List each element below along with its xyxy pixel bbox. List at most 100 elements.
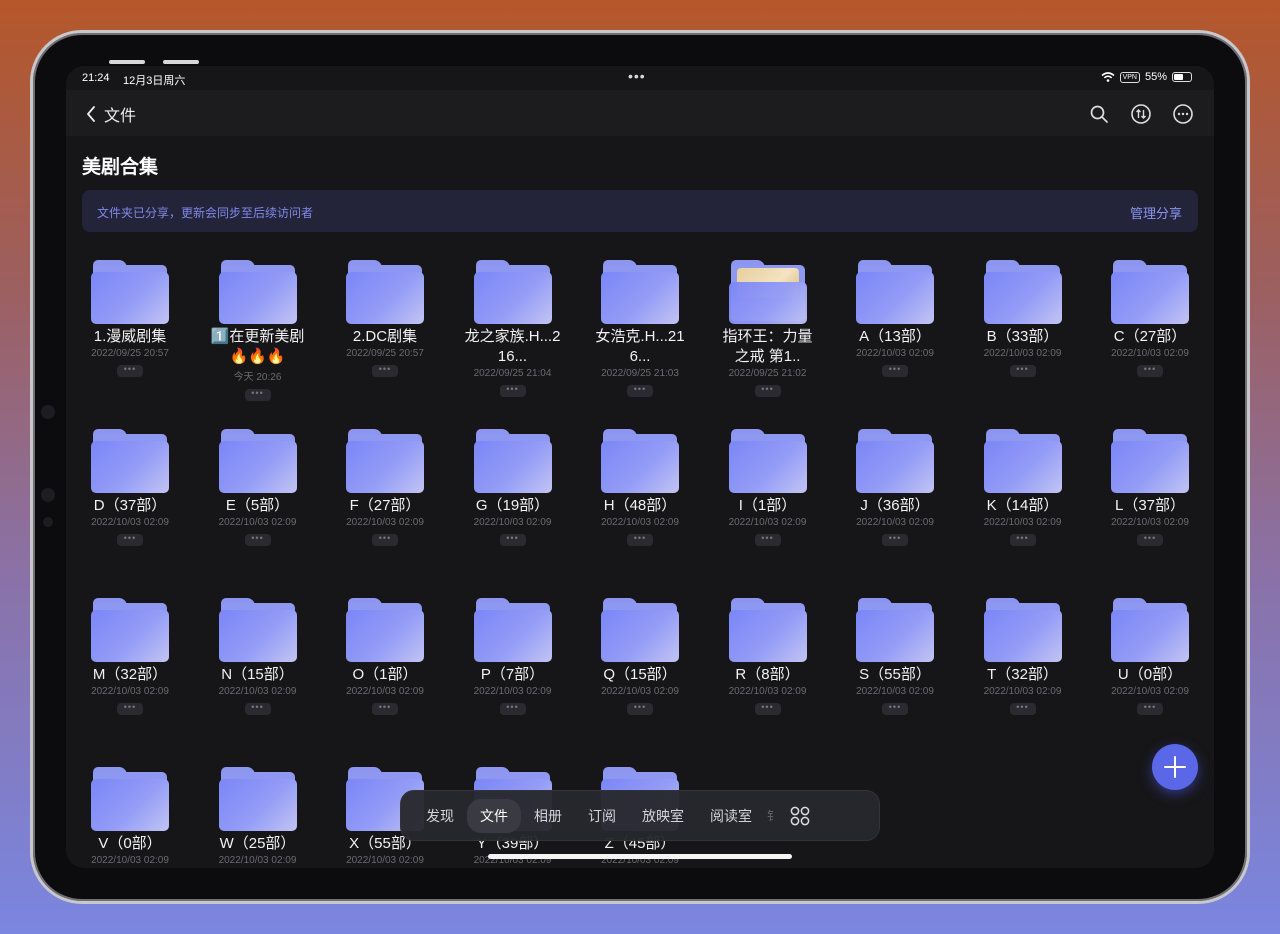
folder-more-button[interactable]: •••: [1009, 365, 1036, 377]
folder-name: W（25部）: [219, 835, 296, 852]
folder-date: 2022/10/03 02:09: [1111, 517, 1189, 528]
folder-item[interactable]: E（5部） 2022/10/03 02:09 •••: [200, 429, 316, 546]
folder-item[interactable]: N（15部） 2022/10/03 02:09 •••: [200, 598, 316, 715]
folder-date: 2022/10/03 02:09: [218, 686, 297, 697]
folder-date: 2022/10/03 02:09: [473, 686, 552, 697]
folder-item[interactable]: 2.DC剧集 2022/09/25 20:57 •••: [327, 260, 443, 377]
folder-item[interactable]: 1.漫威剧集 2022/09/25 20:57 •••: [72, 260, 188, 377]
folder-name: 龙之家族.H...216...: [464, 328, 561, 365]
folder-name: T（32部）: [987, 666, 1058, 683]
folder-name: 1.漫威剧集: [93, 328, 167, 345]
folder-item[interactable]: B（33部） 2022/10/03 02:09 •••: [965, 260, 1081, 377]
folder-name: G（19部）: [475, 497, 550, 514]
folder-more-button[interactable]: •••: [117, 365, 143, 377]
sensor-icon: [43, 517, 53, 527]
folder-item[interactable]: L（37部） 2022/10/03 02:09 •••: [1092, 429, 1208, 546]
folder-date: 2022/10/03 02:09: [473, 517, 552, 528]
folder-more-button[interactable]: •••: [117, 703, 143, 715]
folder-more-button[interactable]: •••: [1009, 703, 1036, 715]
folder-more-button[interactable]: •••: [754, 385, 781, 397]
folder-item[interactable]: 女浩克.H...216... 2022/09/25 21:03 •••: [582, 260, 698, 397]
tab-1[interactable]: 文件: [467, 798, 521, 833]
folder-more-button[interactable]: •••: [499, 385, 526, 397]
folder-icon: [601, 429, 679, 493]
camera-icon: [41, 488, 55, 502]
apps-grid-icon[interactable]: [789, 805, 811, 827]
folder-icon: [601, 598, 679, 662]
add-button[interactable]: [1152, 744, 1198, 790]
folder-item[interactable]: J（36部） 2022/10/03 02:09 •••: [837, 429, 953, 546]
folder-item[interactable]: F（27部） 2022/10/03 02:09 •••: [327, 429, 443, 546]
folder-date: 2022/09/25 21:04: [473, 368, 552, 379]
folder-date: 2022/09/25 20:57: [91, 348, 169, 359]
folder-item[interactable]: Q（15部） 2022/10/03 02:09 •••: [582, 598, 698, 715]
folder-icon: [91, 429, 169, 493]
folder-more-button[interactable]: •••: [627, 385, 653, 397]
folder-item[interactable]: H（48部） 2022/10/03 02:09 •••: [582, 429, 698, 546]
tab-2[interactable]: 相册: [521, 799, 575, 833]
folder-more-button[interactable]: •••: [882, 703, 908, 715]
folder-item[interactable]: C（27部） 2022/10/03 02:09 •••: [1092, 260, 1208, 377]
folder-item[interactable]: U（0部） 2022/10/03 02:09 •••: [1092, 598, 1208, 715]
folder-icon: [728, 260, 807, 324]
folder-item[interactable]: K（14部） 2022/10/03 02:09 •••: [965, 429, 1081, 546]
folder-icon: [856, 260, 934, 324]
folder-more-button[interactable]: •••: [372, 534, 398, 546]
folder-more-button[interactable]: •••: [754, 703, 781, 715]
folder-more-button[interactable]: •••: [1137, 534, 1163, 546]
folder-name: L（37部）: [1114, 497, 1186, 514]
tab-3[interactable]: 订阅: [575, 799, 629, 833]
folder-more-button[interactable]: •••: [244, 703, 271, 715]
folder-item[interactable]: T（32部） 2022/10/03 02:09 •••: [965, 598, 1081, 715]
folder-item[interactable]: G（19部） 2022/10/03 02:09 •••: [455, 429, 571, 546]
folder-name: O（1部）: [352, 666, 418, 683]
app-screen: 21:24 12月3日周六 ••• VPN 55% 文件 美剧合集 文件夹已分享…: [66, 66, 1214, 868]
folder-more-button[interactable]: •••: [244, 534, 271, 546]
folder-icon: [728, 598, 807, 662]
folder-more-button[interactable]: •••: [1137, 365, 1163, 377]
tab-0[interactable]: 发现: [413, 799, 467, 833]
folder-item[interactable]: I（1部） 2022/10/03 02:09 •••: [710, 429, 826, 546]
folder-more-button[interactable]: •••: [627, 703, 653, 715]
folder-date: 2022/10/03 02:09: [346, 686, 424, 697]
folder-date: 2022/10/03 02:09: [856, 348, 934, 359]
folder-more-button[interactable]: •••: [117, 534, 143, 546]
tab-5[interactable]: 阅读室: [697, 799, 765, 833]
tab-overflow[interactable]: 钅: [767, 807, 781, 824]
folder-more-button[interactable]: •••: [754, 534, 781, 546]
folder-item[interactable]: 指环王：力量之戒 第1.. 2022/09/25 21:02 •••: [710, 260, 826, 397]
home-indicator[interactable]: [488, 854, 792, 859]
folder-item[interactable]: V（0部）2022/10/03 02:09•••: [72, 767, 188, 868]
folder-item[interactable]: D（37部） 2022/10/03 02:09 •••: [72, 429, 188, 546]
folder-item[interactable]: 龙之家族.H...216... 2022/09/25 21:04 •••: [455, 260, 571, 397]
folder-more-button[interactable]: •••: [372, 365, 398, 377]
folder-item[interactable]: M（32部） 2022/10/03 02:09 •••: [72, 598, 188, 715]
volume-button: [163, 60, 199, 64]
folder-item[interactable]: A（13部） 2022/10/03 02:09 •••: [837, 260, 953, 377]
folder-more-button[interactable]: •••: [882, 365, 908, 377]
folder-item[interactable]: W（25部）2022/10/03 02:09•••: [200, 767, 316, 868]
folder-more-button[interactable]: •••: [627, 534, 653, 546]
folder-item[interactable]: R（8部） 2022/10/03 02:09 •••: [710, 598, 826, 715]
folder-more-button[interactable]: •••: [499, 703, 526, 715]
folder-more-button[interactable]: •••: [882, 534, 908, 546]
folder-icon: [983, 598, 1062, 662]
folder-name: D（37部）: [93, 497, 167, 514]
folder-date: 2022/10/03 02:09: [218, 855, 297, 866]
folder-date: 2022/10/03 02:09: [601, 686, 679, 697]
folder-more-button[interactable]: •••: [499, 534, 526, 546]
folder-more-button[interactable]: •••: [244, 389, 271, 401]
folder-icon: [91, 260, 169, 324]
folder-name: C（27部）: [1113, 328, 1187, 345]
folder-item[interactable]: P（7部） 2022/10/03 02:09 •••: [455, 598, 571, 715]
folder-more-button[interactable]: •••: [1009, 534, 1036, 546]
tab-4[interactable]: 放映室: [629, 799, 697, 833]
folder-more-button[interactable]: •••: [372, 703, 398, 715]
folder-more-button[interactable]: •••: [1137, 703, 1163, 715]
folder-icon: [346, 429, 424, 493]
folder-date: 2022/10/03 02:09: [601, 517, 679, 528]
bottom-tab-bar: 发现 文件 相册 订阅 放映室 阅读室钅: [400, 790, 880, 841]
folder-item[interactable]: O（1部） 2022/10/03 02:09 •••: [327, 598, 443, 715]
folder-item[interactable]: S（55部） 2022/10/03 02:09 •••: [837, 598, 953, 715]
folder-item[interactable]: 1️⃣在更新美剧🔥🔥🔥 今天 20:26 •••: [200, 260, 316, 401]
